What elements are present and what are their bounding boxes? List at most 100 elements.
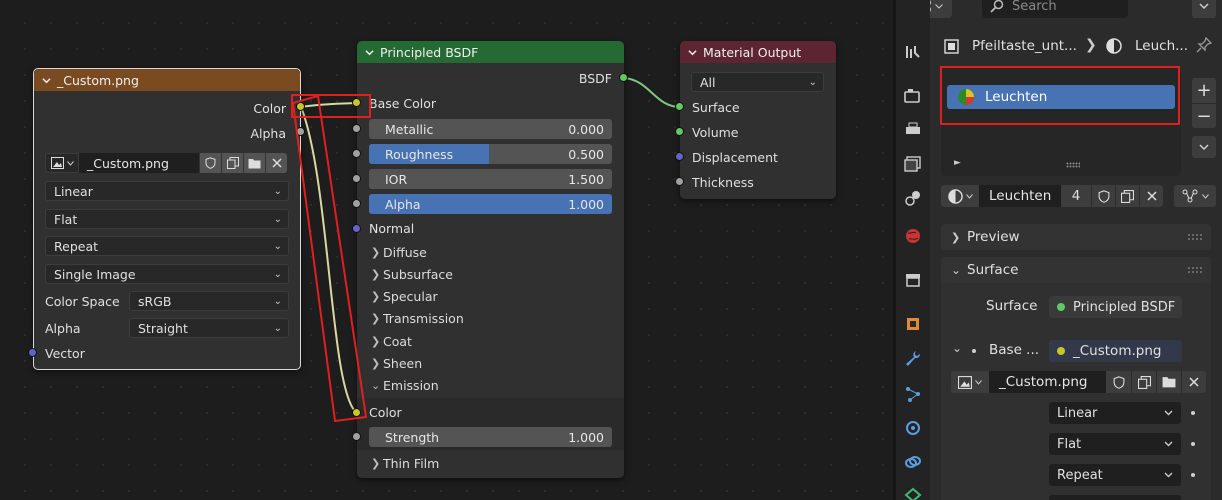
- projection-select[interactable]: Flat ⌄: [45, 209, 289, 229]
- source-dropdown-partial[interactable]: [1049, 495, 1181, 500]
- color-space-select[interactable]: sRGB ⌄: [129, 291, 289, 311]
- panel-drag-grip[interactable]: [1187, 233, 1203, 241]
- keyframe-dot[interactable]: [1191, 442, 1195, 446]
- chevron-down-icon[interactable]: [42, 76, 51, 85]
- chevron-down-icon[interactable]: [688, 48, 697, 57]
- panel-transmission[interactable]: ❯ Transmission: [371, 311, 464, 326]
- tab-world[interactable]: [901, 224, 925, 248]
- tab-output[interactable]: [901, 118, 925, 142]
- unlink-button[interactable]: [265, 153, 287, 173]
- material-fake-user-button[interactable]: [1091, 185, 1115, 207]
- tab-physics[interactable]: [901, 416, 925, 440]
- tab-scene[interactable]: [901, 186, 925, 210]
- extension-select[interactable]: Repeat ⌄: [45, 236, 289, 256]
- emission-strength-field[interactable]: Strength 1.000: [369, 427, 612, 447]
- panel-subsurface[interactable]: ❯ Subsurface: [371, 267, 453, 282]
- image-color-output-socket[interactable]: [296, 102, 305, 111]
- image-browse-button[interactable]: [45, 153, 79, 173]
- add-slot-button[interactable]: +: [1192, 78, 1216, 103]
- emission-strength-input-socket[interactable]: [352, 432, 361, 441]
- panel-sheen[interactable]: ❯ Sheen: [371, 356, 422, 371]
- roughness-input-socket[interactable]: [352, 149, 361, 158]
- node-tree-button[interactable]: [1174, 185, 1216, 207]
- metallic-field[interactable]: Metallic 0.000: [369, 119, 612, 139]
- panel-drag-grip[interactable]: [1187, 266, 1203, 274]
- tab-collection[interactable]: [901, 268, 925, 292]
- editor-type-selector[interactable]: [930, 0, 952, 18]
- ior-field[interactable]: IOR 1.500: [369, 169, 612, 189]
- options-button[interactable]: [1192, 0, 1216, 18]
- output-node-header[interactable]: Material Output: [680, 41, 836, 63]
- base-color-input-socket[interactable]: [352, 98, 361, 107]
- panel-coat[interactable]: ❯ Coat: [371, 334, 412, 349]
- alpha-mode-select[interactable]: Straight ⌄: [129, 318, 289, 338]
- alpha-input-socket[interactable]: [352, 199, 361, 208]
- pin-icon[interactable]: [1196, 37, 1212, 53]
- expand-arrow-icon[interactable]: ►: [954, 158, 961, 168]
- interpolation-dropdown[interactable]: Linear: [1049, 402, 1181, 424]
- normal-input-socket[interactable]: [352, 224, 361, 233]
- surface-shader-field[interactable]: Principled BSDF: [1049, 296, 1182, 318]
- interpolation-select[interactable]: Linear ⌄: [45, 181, 289, 201]
- tab-render[interactable]: [901, 84, 925, 108]
- roughness-field[interactable]: Roughness 0.500: [369, 144, 612, 164]
- bsdf-output-socket[interactable]: [619, 73, 628, 82]
- duplicate-button[interactable]: [221, 153, 243, 173]
- surface-input-socket[interactable]: [675, 102, 684, 111]
- search-field[interactable]: Search: [982, 0, 1128, 18]
- image-name-field[interactable]: _Custom.png: [79, 153, 199, 173]
- chevron-down-icon[interactable]: ⌄: [952, 341, 962, 355]
- chevron-down-icon[interactable]: [365, 48, 374, 57]
- keyframe-dot[interactable]: [1191, 473, 1195, 477]
- image-alpha-output-socket[interactable]: [296, 127, 305, 136]
- image-vector-input-socket[interactable]: [28, 348, 37, 357]
- emission-color-input-socket[interactable]: [352, 408, 361, 417]
- projection-dropdown[interactable]: Flat: [1049, 433, 1181, 455]
- tab-constraints[interactable]: [901, 450, 925, 474]
- tab-modifiers[interactable]: [901, 346, 925, 370]
- image-fake-user-button[interactable]: [1106, 371, 1131, 393]
- panel-thin-film[interactable]: ❯ Thin Film: [371, 456, 439, 471]
- render-target-select[interactable]: All ⌄: [691, 72, 824, 92]
- panel-diffuse[interactable]: ❯ Diffuse: [371, 245, 427, 260]
- image-open-button[interactable]: [1156, 371, 1181, 393]
- source-select[interactable]: Single Image ⌄: [45, 264, 289, 284]
- material-browse-button[interactable]: [941, 185, 979, 207]
- tab-tool[interactable]: [901, 40, 925, 64]
- keyframe-dot[interactable]: [972, 349, 976, 353]
- tab-particles[interactable]: [901, 382, 925, 406]
- material-duplicate-button[interactable]: [1115, 185, 1139, 207]
- tab-object[interactable]: [901, 312, 925, 336]
- list-resize-grip[interactable]: [1066, 162, 1080, 168]
- image-texture-node[interactable]: _Custom.png Color Alpha _Custom.png Line…: [33, 68, 301, 370]
- keyframe-dot[interactable]: [1191, 411, 1195, 415]
- tab-view-layer[interactable]: [901, 152, 925, 176]
- material-slot-list[interactable]: [941, 66, 1181, 176]
- base-color-link-field[interactable]: _Custom.png: [1049, 340, 1182, 362]
- open-folder-button[interactable]: [243, 153, 265, 173]
- tab-data[interactable]: [901, 484, 925, 500]
- bsdf-node-header[interactable]: Principled BSDF: [357, 41, 624, 63]
- extension-dropdown[interactable]: Repeat: [1049, 464, 1181, 486]
- fake-user-button[interactable]: [199, 153, 221, 173]
- panel-emission[interactable]: ⌄ Emission: [371, 378, 439, 393]
- displacement-input-socket[interactable]: [675, 152, 684, 161]
- image-unlink-button[interactable]: [1181, 371, 1206, 393]
- thickness-input-socket[interactable]: [675, 177, 684, 186]
- preview-panel-header[interactable]: ❯ Preview: [941, 224, 1211, 250]
- volume-input-socket[interactable]: [675, 127, 684, 136]
- image-browse-button[interactable]: [951, 371, 989, 393]
- image-duplicate-button[interactable]: [1131, 371, 1156, 393]
- material-unlink-button[interactable]: [1139, 185, 1163, 207]
- principled-bsdf-node[interactable]: Principled BSDF BSDF Base Color Metallic…: [357, 41, 624, 478]
- material-slot-item[interactable]: Leuchten: [947, 85, 1175, 109]
- material-user-count[interactable]: 4: [1061, 185, 1091, 207]
- material-output-node[interactable]: Material Output All ⌄ Surface Volume Disp…: [680, 41, 836, 199]
- surface-panel-header[interactable]: ⌄ Surface: [941, 257, 1211, 283]
- ior-input-socket[interactable]: [352, 174, 361, 183]
- alpha-field[interactable]: Alpha 1.000: [369, 194, 612, 214]
- metallic-input-socket[interactable]: [352, 124, 361, 133]
- panel-specular[interactable]: ❯ Specular: [371, 289, 438, 304]
- image-node-header[interactable]: _Custom.png: [34, 69, 300, 91]
- node-editor[interactable]: _Custom.png Color Alpha _Custom.png Line…: [0, 0, 893, 500]
